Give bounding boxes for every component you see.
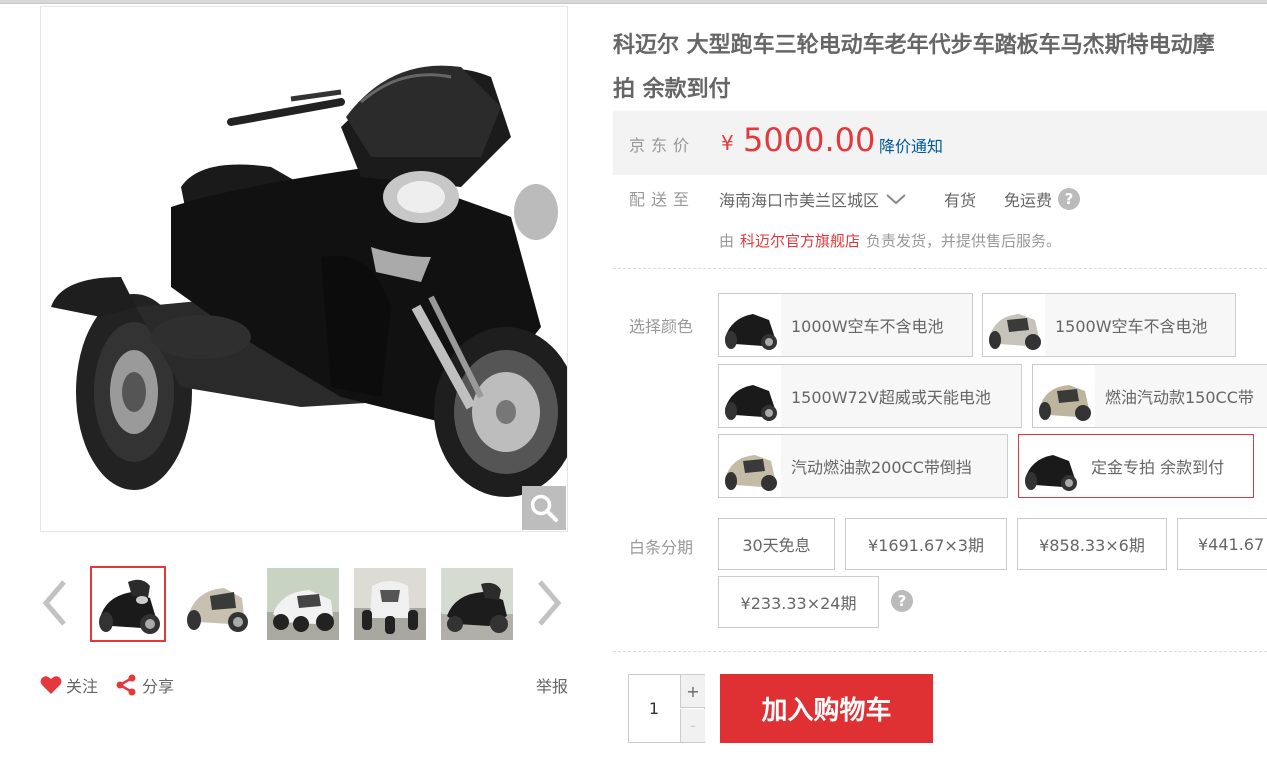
color-option-label: 1500W空车不含电池 — [1055, 317, 1208, 336]
color-option-1[interactable]: 1000W空车不含电池 — [718, 293, 973, 357]
price-value: 5000.00 — [743, 121, 876, 159]
color-option-3[interactable]: 1500W72V超威或天能电池 — [718, 364, 1022, 428]
color-option-label: 1000W空车不含电池 — [791, 317, 944, 336]
installment-label: 白条分期 — [629, 538, 694, 557]
report-link[interactable]: 举报 — [536, 672, 568, 698]
main-product-image[interactable] — [40, 6, 568, 532]
divider — [613, 651, 1267, 652]
installment-help-icon[interactable]: ? — [891, 590, 913, 612]
stock-status: 有货 — [944, 191, 977, 210]
price-drop-notice-link[interactable]: 降价通知 — [879, 133, 943, 157]
price-panel: 京东价 ¥ 5000.00 降价通知 — [613, 111, 1267, 175]
seller-prefix: 由 — [719, 232, 735, 250]
color-option-5[interactable]: 汽动燃油款200CC带倒挡 — [718, 434, 1008, 498]
quantity-input[interactable]: 1 — [629, 675, 679, 742]
color-label: 选择颜色 — [629, 317, 694, 336]
thumbnail-strip — [40, 564, 568, 642]
product-title-line2: 拍 余款到付 — [613, 77, 731, 102]
color-option-label: 燃油汽动款150CC带 — [1105, 388, 1254, 407]
quantity-decrease-button[interactable]: - — [680, 709, 705, 742]
zoom-icon[interactable] — [522, 486, 566, 530]
chevron-down-icon — [886, 194, 906, 205]
color-option-image — [719, 435, 781, 497]
color-option-image — [1033, 365, 1095, 427]
product-actions: 关注 分享 举报 — [40, 672, 568, 698]
freight-info: 免运费 ? — [1004, 187, 1081, 211]
color-option-image — [983, 294, 1045, 356]
thumbnail-1[interactable] — [90, 566, 166, 642]
color-option-image — [719, 294, 781, 356]
report-label: 举报 — [535, 677, 568, 696]
help-icon[interactable]: ? — [1058, 188, 1081, 210]
quantity-stepper: 1 + - — [628, 674, 705, 743]
installment-option-4[interactable]: ¥441.67 — [1177, 518, 1267, 570]
color-option-image — [1019, 435, 1081, 497]
add-to-cart-button[interactable]: 加入购物车 — [720, 674, 933, 743]
top-border — [0, 0, 1267, 4]
thumbnail-2[interactable] — [178, 566, 254, 642]
share-icon — [116, 674, 136, 696]
color-option-4[interactable]: 燃油汽动款150CC带 — [1032, 364, 1267, 428]
share-button[interactable]: 分享 — [114, 672, 174, 698]
divider — [613, 268, 1267, 269]
shipping-address-selector[interactable]: 海南海口市美兰区城区 — [719, 187, 907, 211]
follow-button[interactable]: 关注 — [40, 672, 98, 698]
share-label: 分享 — [142, 677, 175, 696]
thumbnail-3[interactable] — [265, 566, 341, 642]
quantity-increase-button[interactable]: + — [680, 675, 705, 708]
price-label: 京东价 — [629, 136, 696, 155]
shipping-label: 配送至 — [629, 190, 696, 209]
installment-option-5[interactable]: ¥233.33×24期 — [718, 576, 879, 628]
thumbnail-5[interactable] — [439, 566, 515, 642]
color-option-image — [719, 365, 781, 427]
heart-icon — [40, 676, 62, 694]
installment-option-1[interactable]: 30天免息 — [718, 518, 835, 570]
seller-suffix: 负责发货，并提供售后服务。 — [866, 232, 1062, 250]
color-option-2[interactable]: 1500W空车不含电池 — [982, 293, 1236, 357]
shop-link[interactable]: 科迈尔官方旗舰店 — [740, 232, 860, 250]
follow-label: 关注 — [66, 677, 99, 696]
color-option-label: 汽动燃油款200CC带倒挡 — [791, 458, 972, 477]
thumb-next-arrow-icon[interactable] — [534, 578, 564, 628]
product-title: 科迈尔 大型跑车三轮电动车老年代步车踏板车马杰斯特电动摩 拍 余款到付 — [613, 24, 1267, 112]
installment-option-3[interactable]: ¥858.33×6期 — [1017, 518, 1167, 570]
installment-option-2[interactable]: ¥1691.67×3期 — [845, 518, 1007, 570]
thumb-prev-arrow-icon[interactable] — [40, 578, 70, 628]
product-title-line1: 科迈尔 大型跑车三轮电动车老年代步车踏板车马杰斯特电动摩 — [613, 33, 1215, 58]
thumbnail-4[interactable] — [352, 566, 428, 642]
color-option-6[interactable]: 定金专拍 余款到付 — [1018, 434, 1254, 498]
shipping-address: 海南海口市美兰区城区 — [719, 191, 880, 210]
price-currency: ¥ — [721, 131, 734, 155]
color-option-label: 定金专拍 余款到付 — [1091, 458, 1225, 477]
seller-info: 由科迈尔官方旗舰店 负责发货，并提供售后服务。 — [719, 230, 1061, 251]
color-option-label: 1500W72V超威或天能电池 — [791, 388, 991, 407]
freight-text: 免运费 — [1004, 191, 1053, 210]
